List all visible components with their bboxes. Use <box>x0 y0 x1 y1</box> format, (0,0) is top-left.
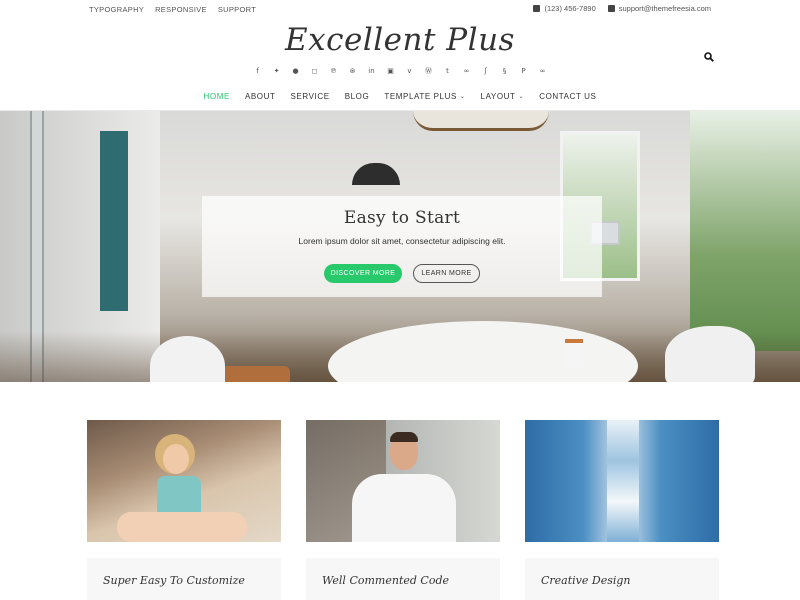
nav-contact-us[interactable]: CONTACT US <box>539 92 596 101</box>
feature-card[interactable]: Well Commented Code <box>306 420 500 600</box>
email-icon <box>607 5 615 12</box>
feature-title[interactable]: Well Commented Code <box>306 558 500 600</box>
dribbble-icon[interactable]: ⊛ <box>349 67 357 75</box>
wordpress-icon[interactable]: Ⓦ <box>425 67 433 75</box>
main-nav: HOME ABOUT SERVICE BLOG TEMPLATE PLUS ⌄ L… <box>0 92 800 101</box>
paypal-icon[interactable]: P <box>520 67 528 75</box>
phone-number: (123) 456-7890 <box>544 4 596 13</box>
google-plus-icon[interactable]: ● <box>292 67 300 75</box>
search-icon[interactable] <box>704 52 714 62</box>
feature-image-man[interactable] <box>306 420 500 542</box>
site-logo[interactable]: Excellent Plus <box>0 22 800 58</box>
water-splash <box>607 420 639 542</box>
tumblr-icon[interactable]: t <box>444 67 452 75</box>
chevron-down-icon: ⌄ <box>518 94 525 100</box>
nav-about[interactable]: ABOUT <box>245 92 276 101</box>
hero-text: Lorem ipsum dolor sit amet, consectetur … <box>298 236 506 246</box>
hero-bg-chair <box>665 326 755 382</box>
hero-bg-teal-wall <box>100 131 128 311</box>
facebook-icon[interactable]: f <box>254 67 262 75</box>
top-link-typography[interactable]: TYPOGRAPHY <box>89 5 144 14</box>
top-links: TYPOGRAPHY RESPONSIVE SUPPORT <box>89 5 256 14</box>
feature-card[interactable]: Creative Design <box>525 420 719 600</box>
feature-image-girl[interactable] <box>87 420 281 542</box>
nav-layout-label: LAYOUT <box>480 92 516 101</box>
hero-bg-lamp <box>352 163 400 185</box>
nav-template-plus[interactable]: TEMPLATE PLUS ⌄ <box>384 92 465 101</box>
email-item[interactable]: support@themefreesia.com <box>607 4 711 13</box>
pinterest-icon[interactable]: ℗ <box>330 67 338 75</box>
top-link-responsive[interactable]: RESPONSIVE <box>155 5 207 14</box>
man-hair <box>390 432 418 442</box>
instagram-icon[interactable]: ◻ <box>311 67 319 75</box>
chevron-down-icon: ⌄ <box>459 94 466 100</box>
tripadvisor-icon[interactable]: ∞ <box>463 67 471 75</box>
vimeo-icon[interactable]: v <box>406 67 414 75</box>
hero-bg-lamp <box>413 111 549 131</box>
discover-more-button[interactable]: DISCOVER MORE <box>324 264 402 283</box>
nav-blog[interactable]: BLOG <box>345 92 370 101</box>
nav-contact-us-label: CONTACT US <box>539 92 597 101</box>
girl-top <box>157 476 201 516</box>
hero-bg-cup <box>565 339 583 367</box>
girl-face <box>163 444 189 474</box>
man-shirt <box>352 474 456 542</box>
phone-icon <box>533 5 541 12</box>
social-icons: f ✦ ● ◻ ℗ ⊛ in ▣ v Ⓦ t ∞ ʃ § P ∞ <box>0 67 800 75</box>
top-bar: TYPOGRAPHY RESPONSIVE SUPPORT (123) 456-… <box>0 0 800 18</box>
feature-image-water[interactable] <box>525 420 719 542</box>
top-contact: (123) 456-7890 support@themefreesia.com <box>533 4 711 13</box>
phone-item[interactable]: (123) 456-7890 <box>533 4 596 13</box>
top-link-support[interactable]: SUPPORT <box>218 5 256 14</box>
girl-legs <box>117 512 247 542</box>
link-icon[interactable]: ∞ <box>539 67 547 75</box>
flickr-icon[interactable]: ▣ <box>387 67 395 75</box>
feature-title[interactable]: Creative Design <box>525 558 719 600</box>
nav-home-label: HOME <box>203 92 230 101</box>
email-address: support@themefreesia.com <box>618 4 711 13</box>
feature-title[interactable]: Super Easy To Customize <box>87 558 281 600</box>
nav-template-plus-label: TEMPLATE PLUS <box>384 92 457 101</box>
learn-more-button[interactable]: LEARN MORE <box>413 264 480 283</box>
nav-about-label: ABOUT <box>244 92 276 101</box>
nav-service[interactable]: SERVICE <box>291 92 330 101</box>
hero-title: Easy to Start <box>343 208 461 228</box>
hero-caption-box: Easy to Start Lorem ipsum dolor sit amet… <box>202 196 602 297</box>
nav-service-label: SERVICE <box>290 92 330 101</box>
skype-icon[interactable]: § <box>501 67 509 75</box>
nav-blog-label: BLOG <box>344 92 370 101</box>
hero-bg-window-right <box>690 111 800 351</box>
nav-layout[interactable]: LAYOUT ⌄ <box>481 92 525 101</box>
linkedin-icon[interactable]: in <box>368 67 376 75</box>
twitter-icon[interactable]: ✦ <box>273 67 281 75</box>
feature-card[interactable]: Super Easy To Customize <box>87 420 281 600</box>
nav-home[interactable]: HOME <box>204 92 230 101</box>
foursquare-icon[interactable]: ʃ <box>482 67 490 75</box>
